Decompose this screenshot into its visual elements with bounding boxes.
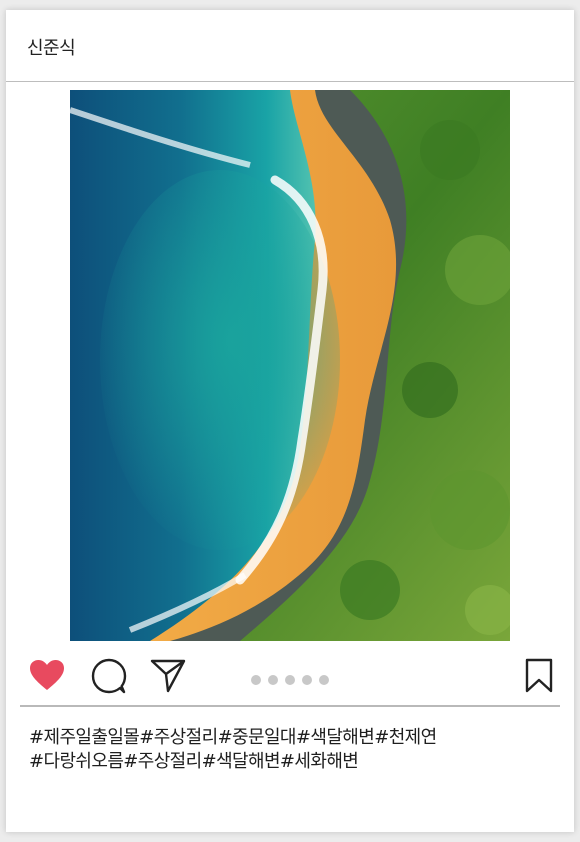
comment-icon[interactable] <box>90 657 128 695</box>
post-image[interactable] <box>70 90 510 641</box>
divider <box>20 705 560 707</box>
action-bar <box>6 654 574 704</box>
beach-aerial-image <box>70 90 510 641</box>
carousel-dot[interactable] <box>302 675 312 685</box>
carousel-dot[interactable] <box>319 675 329 685</box>
post-card: 신준식 #제주일출일몰#주상절리#중문일대#색달해변#천제연 #다랑쉬오름#주상… <box>6 10 574 832</box>
caption-line-1: #제주일출일몰#주상절리#중문일대#색달해변#천제연 <box>29 727 437 748</box>
post-header: 신준식 <box>6 10 574 82</box>
carousel-dot[interactable] <box>285 675 295 685</box>
username[interactable]: 신준식 <box>27 34 76 60</box>
send-icon[interactable] <box>149 657 187 695</box>
post-caption: #제주일출일몰#주상절리#중문일대#색달해변#천제연 #다랑쉬오름#주상절리#색… <box>29 726 559 774</box>
carousel-dot[interactable] <box>268 675 278 685</box>
caption-line-2: #다랑쉬오름#주상절리#색달해변#세화해변 <box>29 751 359 772</box>
heart-icon[interactable] <box>28 658 66 692</box>
carousel-dot[interactable] <box>251 675 261 685</box>
bookmark-icon[interactable] <box>524 658 554 694</box>
